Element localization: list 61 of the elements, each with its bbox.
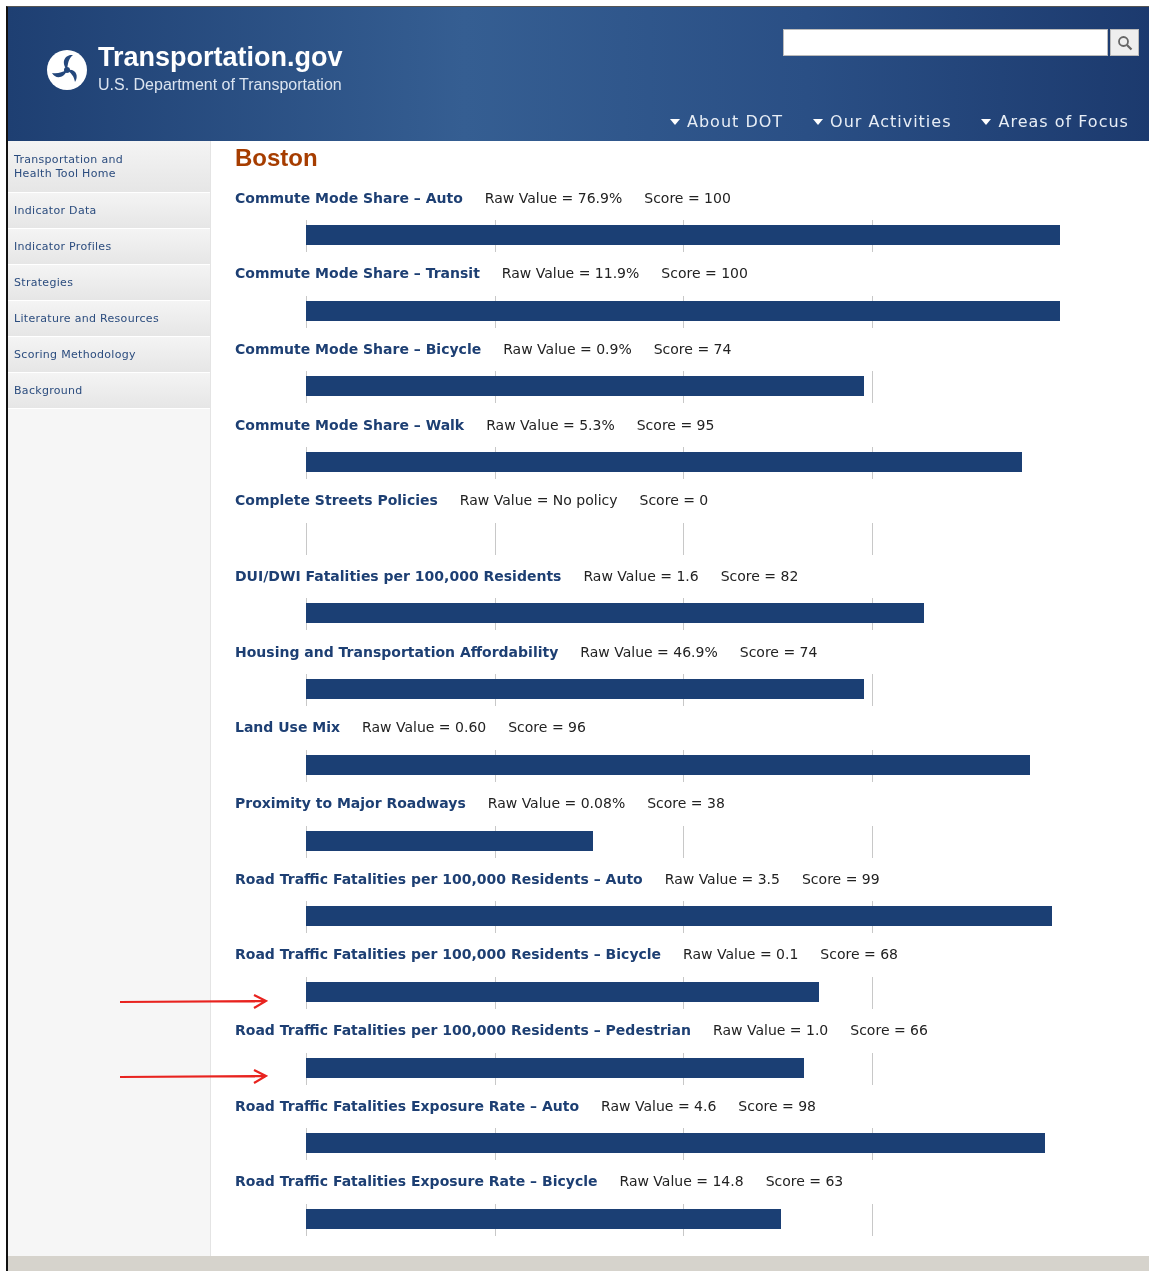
raw-value: Raw Value = 14.8 <box>619 1172 744 1192</box>
caret-icon <box>670 119 680 125</box>
indicator-name: Complete Streets Policies <box>235 491 438 511</box>
score-value: Score = 0 <box>639 491 709 511</box>
nav-menu-link[interactable]: Our Activities <box>813 110 952 134</box>
nav-menu-link[interactable]: Areas of Focus <box>981 110 1129 134</box>
raw-value: Raw Value = 0.1 <box>683 945 799 965</box>
raw-value: Raw Value = 0.08% <box>487 794 626 813</box>
raw-value: Raw Value = No policy <box>459 491 618 511</box>
sidebar-item[interactable]: Literature and Resources <box>8 301 210 337</box>
sidebar-item[interactable]: Strategies <box>8 265 210 301</box>
score-value: Score = 95 <box>636 415 715 435</box>
raw-value: Raw Value = 11.9% <box>501 264 640 284</box>
raw-value: Raw Value = 0.9% <box>503 339 632 359</box>
sidebar-item[interactable]: Scoring Methodology <box>8 337 210 373</box>
logo-icon <box>46 48 88 91</box>
indicator-name: Proximity to Major Roadways <box>235 794 466 813</box>
score-value: Score = 98 <box>738 1096 816 1116</box>
score-value: Score = 99 <box>802 869 880 889</box>
indicator-name: Road Traffic Fatalities Exposure Rate – Auto <box>235 1096 580 1116</box>
raw-value: Raw Value = 46.9% <box>580 642 718 662</box>
raw-value: Raw Value = 4.6 <box>601 1096 717 1116</box>
score-value: Score = 63 <box>765 1172 844 1192</box>
search-button[interactable] <box>1110 29 1139 56</box>
indicator-name: Commute Mode Share – Bicycle <box>235 339 482 359</box>
indicator-name: Commute Mode Share – Walk <box>235 415 465 435</box>
sidebar-item[interactable]: Indicator Data <box>8 193 210 229</box>
site-title[interactable]: Transportation.gov <box>98 43 343 73</box>
score-value: Score = 68 <box>820 945 898 965</box>
indicator-name: Land Use Mix <box>235 718 341 738</box>
score-value: Score = 82 <box>720 566 799 586</box>
indicator-name: DUI/DWI Fatalities per 100,000 Residents <box>235 566 562 586</box>
indicator-name: Road Traffic Fatalities per 100,000 Residents – Pedestrian <box>235 1021 692 1041</box>
caret-icon <box>813 119 824 125</box>
score-value: Score = 74 <box>653 339 732 359</box>
indicator-name: Housing and Transportation Affordability <box>235 642 559 662</box>
raw-value: Raw Value = 0.60 <box>362 718 487 738</box>
sidebar-item[interactable]: Indicator Profiles <box>8 229 210 265</box>
score-value: Score = 100 <box>644 188 731 208</box>
sidebar-item[interactable]: Background <box>8 373 210 409</box>
indicator-name: Road Traffic Fatalities Exposure Rate – Bicycle <box>235 1172 598 1192</box>
raw-value: Raw Value = 1.6 <box>583 566 699 586</box>
score-value: Score = 96 <box>508 718 586 738</box>
raw-value: Raw Value = 5.3% <box>486 415 615 435</box>
indicator-name: Road Traffic Fatalities per 100,000 Residents – Auto <box>235 869 643 889</box>
raw-value: Raw Value = 76.9% <box>484 188 623 208</box>
search-field[interactable] <box>783 29 1108 56</box>
score-value: Score = 74 <box>739 642 818 662</box>
raw-value: Raw Value = 3.5 <box>664 869 780 889</box>
search-icon <box>1116 34 1133 51</box>
site-subtitle: U.S. Department of Transportation <box>98 74 343 95</box>
score-value: Score = 100 <box>661 264 748 284</box>
caret-icon <box>981 119 992 125</box>
page-title: Boston <box>235 144 319 172</box>
score-value: Score = 66 <box>850 1021 928 1041</box>
nav-menu-link[interactable]: About DOT <box>670 110 784 134</box>
indicator-name: Commute Mode Share – Transit <box>235 264 480 284</box>
indicator-name: Commute Mode Share – Auto <box>235 188 463 208</box>
raw-value: Raw Value = 1.0 <box>713 1021 829 1041</box>
indicator-name: Road Traffic Fatalities per 100,000 Residents – Bicycle <box>235 945 662 965</box>
score-value: Score = 38 <box>647 794 725 813</box>
